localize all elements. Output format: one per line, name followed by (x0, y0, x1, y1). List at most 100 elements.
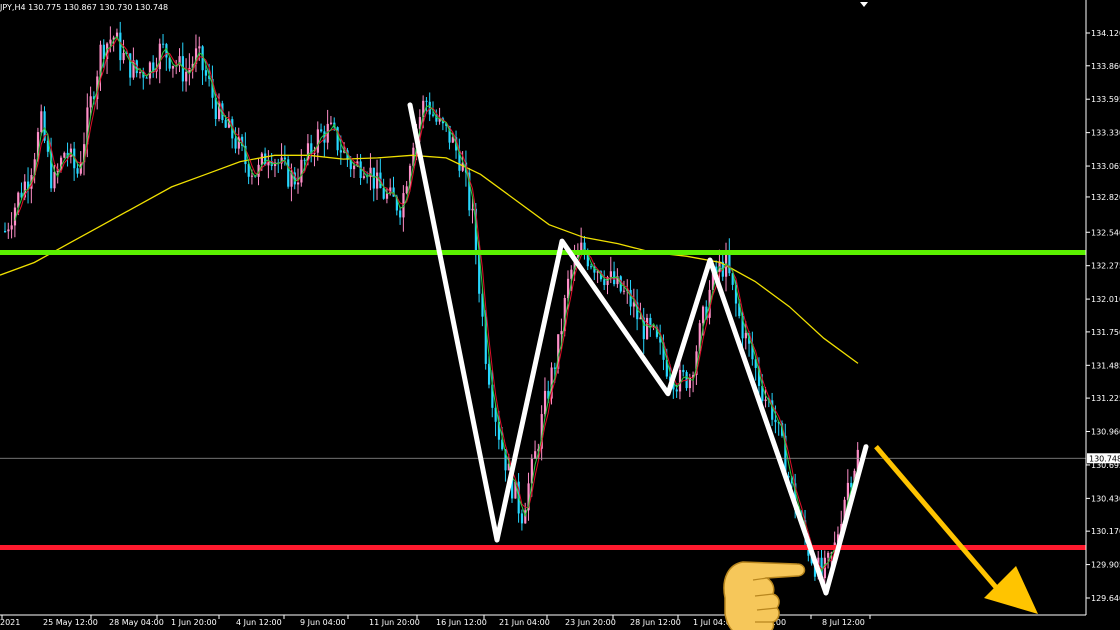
bull-candle (10, 225, 13, 230)
bear-candle (774, 419, 777, 423)
bull-candle (352, 165, 356, 170)
bull-candle (329, 122, 333, 124)
bear-candle (234, 138, 237, 149)
bear-candle (303, 159, 306, 161)
bull-candle (362, 176, 366, 178)
bear-candle (224, 120, 227, 128)
bull-candle (158, 43, 161, 70)
bull-candle (300, 159, 303, 183)
moving-averages-layer (0, 35, 859, 572)
x-tick-label: 25 May 12:00 (43, 618, 98, 627)
horizontal-lines-layer: 130.748 (0, 249, 1120, 551)
bear-candle (287, 159, 290, 187)
bear-candle (553, 367, 557, 369)
pattern-layer (407, 102, 869, 596)
y-tick-label: 131.750 (1091, 328, 1120, 337)
bull-candle (185, 71, 188, 82)
bear-candle (76, 168, 79, 174)
bull-candle (250, 175, 254, 177)
bear-candle (728, 252, 731, 274)
bull-candle (827, 552, 830, 558)
bear-candle (162, 43, 165, 45)
bear-candle (432, 114, 435, 116)
bear-candle (675, 389, 678, 392)
y-tick-label: 133.860 (1091, 62, 1120, 71)
bear-candle (339, 150, 343, 153)
bear-candle (283, 157, 287, 160)
bear-candle (682, 369, 685, 373)
y-tick-label: 130.960 (1091, 428, 1120, 437)
bear-candle (590, 266, 593, 268)
bull-candle (63, 152, 66, 158)
bull-candle (376, 172, 379, 189)
bear-candle (603, 279, 606, 286)
forecast-arrow-shaft (874, 445, 1002, 594)
bull-candle (260, 153, 263, 165)
y-tick-label: 131.225 (1091, 394, 1120, 403)
x-tick-label: 16 Jun 12:00 (436, 618, 487, 627)
bull-candle (678, 369, 682, 392)
y-tick-label: 130.170 (1091, 527, 1120, 536)
bull-candle (89, 96, 92, 108)
y-tick-label: 130.430 (1091, 494, 1120, 503)
overlay-layer (723, 2, 1038, 630)
bull-candle (297, 182, 300, 185)
x-tick-label: 28 Jun 12:00 (630, 618, 681, 627)
bull-candle (534, 451, 537, 459)
x-tick-label: 11 Jun 20:00 (369, 618, 420, 627)
bull-candle (53, 171, 56, 189)
bull-candle (471, 208, 474, 211)
shift-marker-icon (860, 2, 868, 7)
y-tick-label: 133.065 (1091, 162, 1120, 171)
x-tick-label: 8 Jul 12:00 (822, 618, 865, 627)
y-tick-label: 129.640 (1091, 594, 1120, 603)
y-tick-label: 132.540 (1091, 228, 1120, 237)
y-tick-label: 133.595 (1091, 95, 1120, 104)
bull-candle (622, 290, 626, 292)
bull-candle (122, 52, 125, 61)
hand-shape (723, 561, 806, 630)
bull-candle (609, 271, 612, 277)
bear-candle (425, 100, 428, 102)
x-tick-label: 2021 (0, 618, 20, 627)
y-tick-label: 134.120 (1091, 29, 1120, 38)
bull-candle (560, 331, 563, 335)
bull-candle (40, 111, 43, 133)
y-tick-label: 132.010 (1091, 295, 1120, 304)
y-tick-label: 133.330 (1091, 129, 1120, 138)
bull-candle (109, 39, 112, 44)
bull-candle (198, 46, 201, 49)
bear-candle (204, 70, 208, 76)
x-tick-label: 21 Jun 04:00 (499, 618, 550, 627)
bull-candle (543, 390, 547, 415)
x-tick-label: 9 Jun 04:00 (300, 618, 346, 627)
bear-candle (4, 231, 7, 233)
x-tick-label: 28 May 04:00 (109, 618, 164, 627)
bear-candle (399, 210, 402, 218)
bear-candle (119, 32, 122, 61)
bull-candle (701, 306, 705, 324)
forecast-arrow-head (984, 566, 1038, 614)
bear-candle (320, 129, 323, 132)
pointing-hand-icon (723, 561, 806, 630)
bull-candle (138, 72, 142, 74)
bear-candle (520, 513, 524, 524)
x-tick-label: 1 Jun 20:00 (171, 618, 217, 627)
y-tick-label: 129.905 (1091, 561, 1120, 570)
y-tick-label: 132.275 (1091, 262, 1120, 271)
price-chart[interactable]: 130.748 134.120 133.860 133.595 133.330 133.… (0, 0, 1120, 630)
bull-candle (7, 229, 10, 232)
zigzag-pattern-line (407, 102, 869, 596)
bull-candle (316, 129, 319, 153)
bull-candle (148, 62, 152, 79)
bull-candle (764, 399, 767, 402)
bear-candle (145, 77, 148, 79)
y-tick-label: 130.695 (1091, 461, 1120, 470)
ma-fast-green-line (14, 35, 859, 572)
x-tick-label: 4 Jun 12:00 (236, 618, 282, 627)
x-tick-label: 23 Jun 20:00 (565, 618, 616, 627)
bear-candle (382, 188, 385, 199)
y-tick-label: 132.820 (1091, 193, 1120, 202)
bull-candle (171, 65, 175, 69)
bull-candle (646, 317, 649, 340)
